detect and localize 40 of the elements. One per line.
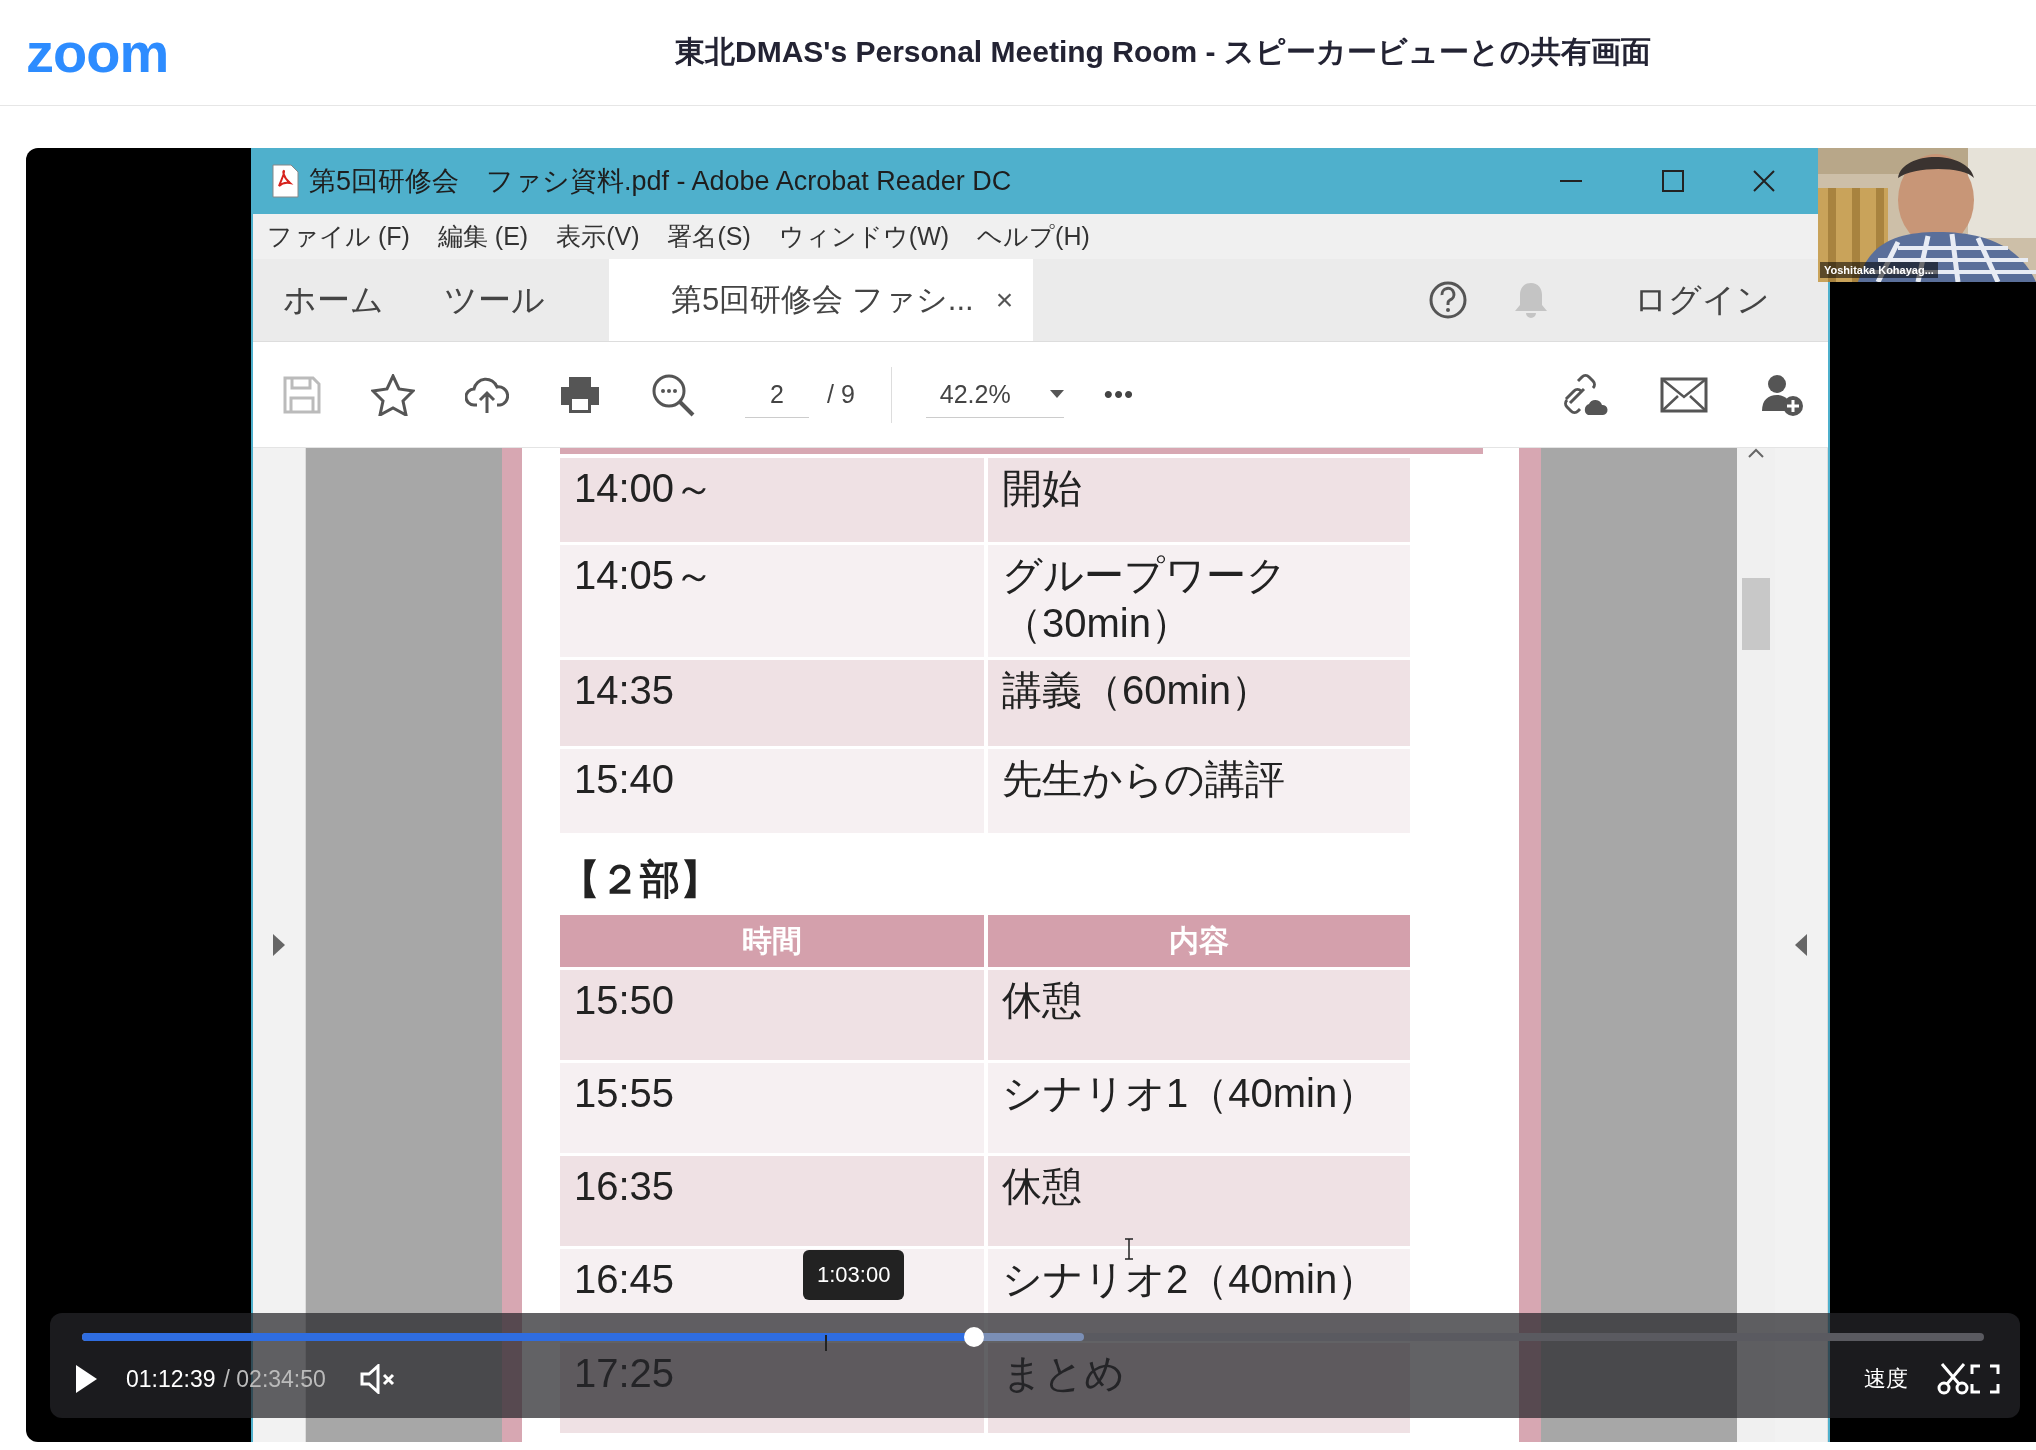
menu-item[interactable]: 署名(S) xyxy=(667,220,751,253)
zoom-dropdown[interactable]: 42.2% xyxy=(925,371,1064,418)
table-cell: グループワーク（30min） xyxy=(988,545,1410,657)
table-cell: 14:05～ xyxy=(560,545,984,657)
menu-item[interactable]: ファイル (F) xyxy=(267,220,410,253)
document-tab[interactable]: 第5回研修会 ファシ... × xyxy=(609,259,1034,341)
time-tooltip: 1:03:00 xyxy=(803,1250,905,1300)
menu-item[interactable]: 表示(V) xyxy=(556,220,640,253)
table-cell: 15:55 xyxy=(560,1063,984,1153)
elapsed-time: 01:12:39 xyxy=(126,1365,216,1393)
table-cell: シナリオ1（40min） xyxy=(988,1063,1410,1153)
meeting-title: 東北DMAS's Personal Meeting Room - スピーカービューとの共有画面 xyxy=(674,34,1651,70)
menu-item[interactable]: 編集 (E) xyxy=(437,220,529,253)
page-number-field[interactable]: 2 xyxy=(745,371,809,418)
table-cell: 開始 xyxy=(988,458,1410,542)
section-heading: 【２部】 xyxy=(560,856,721,903)
column-header: 内容 xyxy=(988,915,1410,967)
window-title: 第5回研修会 ファシ資料.pdf - Adobe Acrobat Reader DC xyxy=(309,165,1013,198)
menu-item[interactable]: ヘルプ(H) xyxy=(977,220,1090,253)
zoom-logo: zoom xyxy=(26,24,169,81)
tab-label[interactable]: 第5回研修会 ファシ... xyxy=(671,279,974,321)
table-cell: 15:50 xyxy=(560,970,984,1060)
table-cell: 休憩 xyxy=(988,970,1410,1060)
table-cell: 14:00～ xyxy=(560,458,984,542)
login-link[interactable]: ログイン xyxy=(1634,277,1770,323)
table-cell: 15:40 xyxy=(560,749,984,833)
more-button[interactable]: ••• xyxy=(1103,379,1135,410)
page-total: / 9 xyxy=(827,380,855,409)
nav-tab[interactable]: ツール xyxy=(414,259,575,341)
column-header: 時間 xyxy=(560,915,984,967)
speed-button[interactable]: 速度 xyxy=(1864,1364,1908,1394)
menu-item[interactable]: ウィンドウ(W) xyxy=(778,220,950,253)
tab-close-button[interactable]: × xyxy=(995,283,1014,317)
table-cell: 先生からの講評 xyxy=(988,749,1410,833)
table-cell: 講義（60min） xyxy=(988,660,1410,746)
table-cell: 休憩 xyxy=(988,1156,1410,1246)
table-cell: 14:35 xyxy=(560,660,984,746)
nav-tab[interactable]: ホーム xyxy=(253,259,414,341)
table-cell: 16:35 xyxy=(560,1156,984,1246)
participant-name: Yoshitaka Kohayag... xyxy=(1820,262,1938,278)
